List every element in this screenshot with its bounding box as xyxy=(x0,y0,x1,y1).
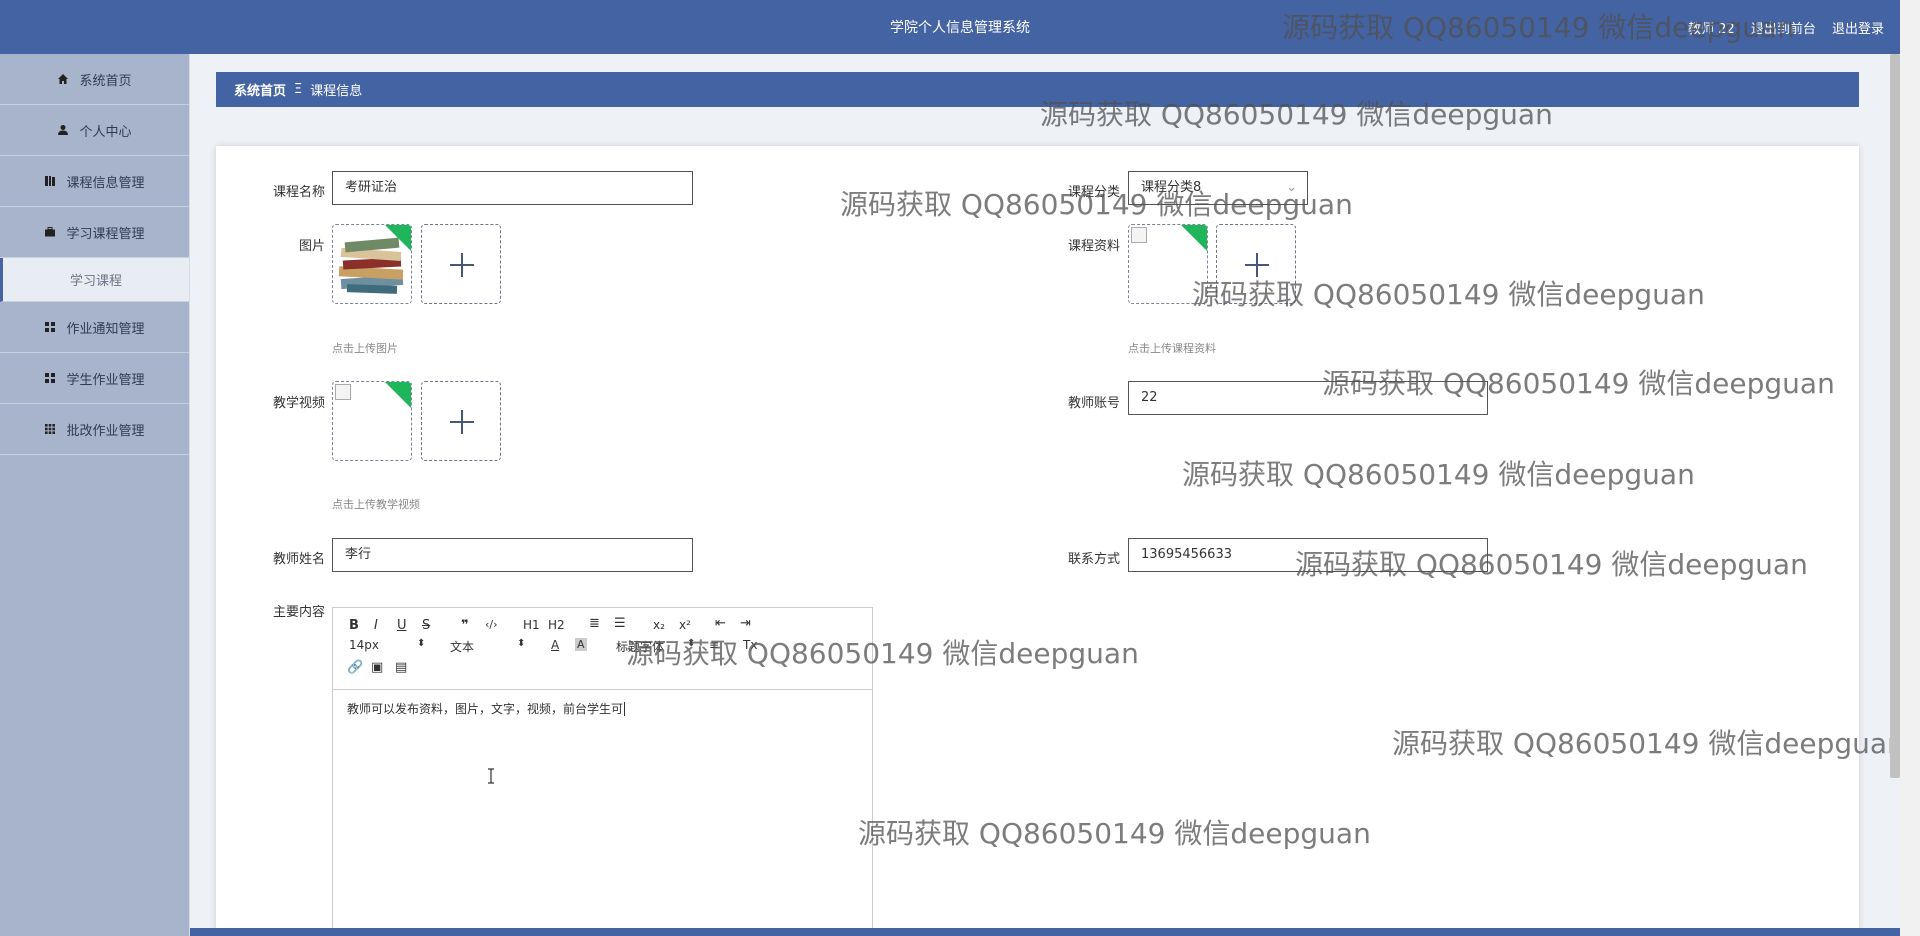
sidebar-item-course-info[interactable]: 课程信息管理 xyxy=(0,156,189,207)
watermark: 源码获取 QQ86050149 微信deepguan xyxy=(1182,458,1695,491)
course-name-label: 课程名称 xyxy=(272,185,325,200)
h1-button[interactable]: H1 xyxy=(523,618,540,632)
bold-button[interactable]: B xyxy=(349,618,359,633)
breadcrumb-home[interactable]: 系统首页 xyxy=(234,80,286,99)
image-label: 图片 xyxy=(298,239,325,254)
material-upload-hint: 点击上传课程资料 xyxy=(1128,342,1216,355)
teacher-name-label: 教师姓名 xyxy=(272,552,325,567)
watermark: 源码获取 QQ86050149 微信deepguan xyxy=(1282,11,1795,44)
watermark: 源码获取 QQ86050149 微信deepguan xyxy=(1192,278,1705,311)
sidebar-item-student-homework[interactable]: 学生作业管理 xyxy=(0,353,189,404)
sidebar-item-label: 系统首页 xyxy=(79,73,132,89)
user-icon xyxy=(57,124,69,136)
book-icon xyxy=(44,175,56,187)
watermark: 源码获取 QQ86050149 微信deepguan xyxy=(1040,98,1553,131)
chevron-updown-icon: ⬍ xyxy=(417,638,426,649)
briefcase-icon xyxy=(44,226,56,238)
font-size-select[interactable]: 14px xyxy=(349,638,379,652)
sidebar-item-label: 学习课程管理 xyxy=(66,226,145,242)
video-icon[interactable]: ▤ xyxy=(395,660,407,675)
subscript-button[interactable]: x₂ xyxy=(653,618,665,632)
sidebar-item-home[interactable]: 系统首页 xyxy=(0,54,189,105)
underline-button[interactable]: U xyxy=(397,618,407,633)
indent-icon[interactable]: ⇥ xyxy=(740,616,751,631)
logout-link[interactable]: 退出登录 xyxy=(1832,22,1884,37)
add-image-button[interactable] xyxy=(421,224,501,304)
teacher-account-label: 教师账号 xyxy=(1067,396,1120,411)
selected-corner-badge xyxy=(1181,225,1207,251)
sidebar-item-label: 作业通知管理 xyxy=(66,321,145,337)
contact-label: 联系方式 xyxy=(1067,552,1120,567)
editor-text: 教师可以发布资料，图片，文字，视频，前台学生可 xyxy=(347,702,624,716)
watermark: 源码获取 QQ86050149 微信deepguan xyxy=(1295,548,1808,581)
sidebar-item-label: 批改作业管理 xyxy=(66,423,145,439)
sidebar-item-label: 个人中心 xyxy=(79,124,132,140)
sidebar-menu: 系统首页 个人中心 课程信息管理 学习课程管理 学习课程 作业通知管理 学生作业… xyxy=(0,54,190,936)
bg-color-icon[interactable]: A xyxy=(575,638,587,651)
breadcrumb: 系统首页 Ξ 课程信息 xyxy=(216,72,1859,107)
content-label: 主要内容 xyxy=(272,605,325,620)
sidebar-item-label: 课程信息管理 xyxy=(66,175,145,191)
watermark: 源码获取 QQ86050149 微信deepguan xyxy=(1392,727,1905,760)
h2-button[interactable]: H2 xyxy=(548,618,565,632)
grid-icon xyxy=(44,321,56,333)
broken-image-icon xyxy=(335,384,351,400)
quote-button[interactable]: ❞ xyxy=(461,618,469,633)
uploaded-image-thumb[interactable] xyxy=(332,224,412,304)
chevron-updown-icon: ⬍ xyxy=(517,638,526,649)
ordered-list-icon[interactable]: ≣ xyxy=(589,616,600,631)
superscript-button[interactable]: x² xyxy=(679,618,691,632)
text-style-select[interactable]: 文本 xyxy=(450,638,474,655)
grid-icon xyxy=(44,372,56,384)
italic-button[interactable]: I xyxy=(374,618,378,633)
outdent-icon[interactable]: ⇤ xyxy=(715,616,726,631)
scrollbar-thumb[interactable] xyxy=(1890,54,1900,778)
font-color-icon[interactable]: A xyxy=(551,638,559,652)
editor-content[interactable]: 教师可以发布资料，图片，文字，视频，前台学生可 xyxy=(333,690,872,727)
strike-button[interactable]: S xyxy=(422,618,430,633)
page-scrollbar[interactable] xyxy=(1900,0,1920,936)
sidebar-item-grade-homework[interactable]: 批改作业管理 xyxy=(0,404,189,455)
sidebar-item-study-course[interactable]: 学习课程管理 xyxy=(0,207,189,258)
watermark: 源码获取 QQ86050149 微信deepguan xyxy=(1322,367,1835,400)
home-icon xyxy=(57,73,69,85)
teacher-name-input[interactable]: 李行 xyxy=(332,538,693,572)
sidebar-subitem-study-course[interactable]: 学习课程 xyxy=(0,258,189,302)
grid-icon xyxy=(44,423,56,435)
code-button[interactable]: ‹/› xyxy=(485,618,498,631)
bullet-list-icon[interactable]: ☰ xyxy=(614,616,626,631)
watermark: 源码获取 QQ86050149 微信deepguan xyxy=(626,637,1139,670)
material-label: 课程资料 xyxy=(1067,239,1120,254)
breadcrumb-current: 课程信息 xyxy=(310,84,363,99)
video-label: 教学视频 xyxy=(272,396,325,411)
broken-image-icon xyxy=(1131,227,1147,243)
breadcrumb-separator: Ξ xyxy=(294,82,303,97)
image-icon[interactable]: ▣ xyxy=(371,660,383,675)
image-upload-hint: 点击上传图片 xyxy=(332,342,398,355)
course-name-input[interactable]: 考研证治 xyxy=(332,171,693,205)
selected-corner-badge xyxy=(385,382,411,408)
sidebar-item-profile[interactable]: 个人中心 xyxy=(0,105,189,156)
sidebar-item-label: 学生作业管理 xyxy=(66,372,145,388)
text-caret xyxy=(624,702,626,716)
watermark: 源码获取 QQ86050149 微信deepguan xyxy=(858,817,1371,850)
uploaded-video-thumb[interactable] xyxy=(332,381,412,461)
bottom-bar xyxy=(190,928,1900,936)
video-upload-hint: 点击上传教学视频 xyxy=(332,498,420,511)
text-cursor-icon xyxy=(488,768,494,784)
selected-corner-badge xyxy=(385,225,411,251)
link-icon[interactable]: 🔗 xyxy=(347,660,363,675)
sidebar-item-homework-notice[interactable]: 作业通知管理 xyxy=(0,302,189,353)
add-video-button[interactable] xyxy=(421,381,501,461)
watermark: 源码获取 QQ86050149 微信deepguan xyxy=(840,188,1353,221)
